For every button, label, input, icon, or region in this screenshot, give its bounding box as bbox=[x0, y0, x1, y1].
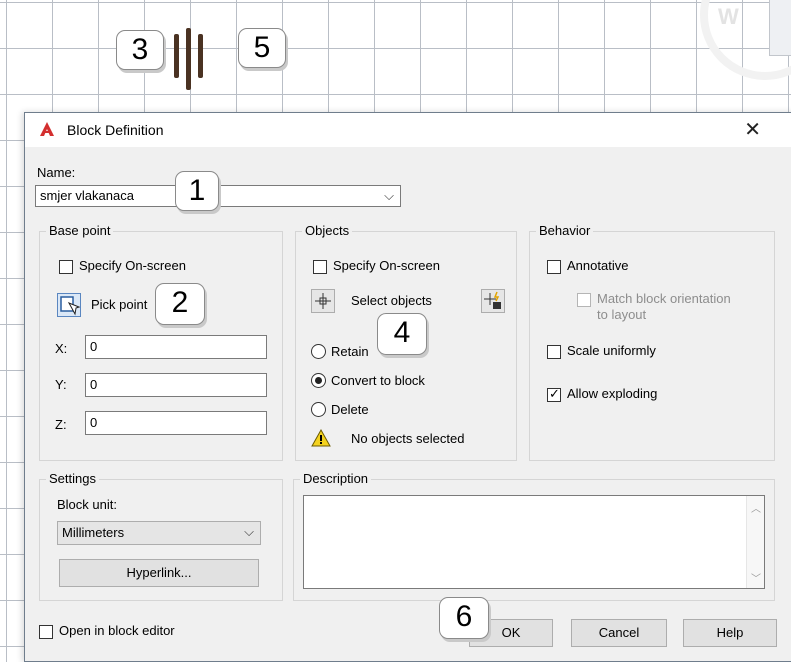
pick-point-label: Pick point bbox=[91, 297, 148, 312]
dialog-title: Block Definition bbox=[67, 122, 164, 138]
retain-radio[interactable] bbox=[311, 344, 326, 359]
pick-point-icon bbox=[60, 296, 81, 316]
block-definition-dialog: Block Definition ✕ Name: smjer vlakanaca… bbox=[24, 112, 791, 662]
objects-group-label: Objects bbox=[302, 223, 353, 238]
block-bar-right bbox=[198, 34, 203, 78]
annotative-checkbox[interactable] bbox=[547, 260, 561, 274]
allow-exploding-checkbox[interactable] bbox=[547, 386, 561, 402]
scale-uniformly-checkbox[interactable] bbox=[547, 345, 561, 359]
objects-specify-onscreen-checkbox[interactable] bbox=[313, 260, 327, 274]
description-group-label: Description bbox=[300, 471, 372, 486]
description-textarea[interactable]: ︿ ﹀ bbox=[303, 495, 765, 589]
block-unit-select[interactable]: Millimeters ⌵ bbox=[57, 521, 261, 545]
callout-1: 1 bbox=[175, 171, 219, 211]
open-in-block-editor-label: Open in block editor bbox=[59, 623, 175, 638]
y-label: Y: bbox=[55, 377, 67, 392]
pick-point-button[interactable] bbox=[57, 293, 81, 317]
y-coordinate-input[interactable]: 0 bbox=[85, 373, 267, 397]
convert-to-block-radio[interactable] bbox=[311, 373, 326, 388]
select-objects-label: Select objects bbox=[351, 293, 432, 308]
close-icon[interactable]: ✕ bbox=[744, 117, 761, 142]
x-label: X: bbox=[55, 341, 68, 356]
crosshair-icon bbox=[315, 293, 331, 309]
help-button[interactable]: Help bbox=[683, 619, 777, 647]
cancel-button[interactable]: Cancel bbox=[571, 619, 667, 647]
delete-label: Delete bbox=[331, 402, 369, 417]
z-label: Z: bbox=[55, 417, 67, 432]
scroll-up-icon[interactable]: ︿ bbox=[751, 500, 761, 515]
quick-select-button[interactable] bbox=[481, 289, 505, 313]
match-orientation-label: Match block orientation bbox=[597, 291, 731, 306]
description-scrollbar[interactable]: ︿ ﹀ bbox=[746, 496, 764, 588]
x-coordinate-input[interactable]: 0 bbox=[85, 335, 267, 359]
base-specify-onscreen-label: Specify On-screen bbox=[79, 258, 186, 273]
callout-6: 6 bbox=[439, 597, 489, 639]
match-orientation-checkbox[interactable] bbox=[577, 293, 591, 307]
chevron-down-icon[interactable]: ⌵ bbox=[384, 188, 394, 204]
callout-3: 3 bbox=[116, 30, 164, 70]
z-coordinate-input[interactable]: 0 bbox=[85, 411, 267, 435]
settings-group-label: Settings bbox=[46, 471, 99, 486]
viewcube-edge[interactable] bbox=[769, 0, 791, 56]
convert-to-block-label: Convert to block bbox=[331, 373, 425, 388]
name-label: Name: bbox=[37, 165, 76, 180]
allow-exploding-label: Allow exploding bbox=[567, 386, 658, 401]
viewcube-label: W bbox=[718, 4, 739, 29]
block-unit-label: Block unit: bbox=[57, 497, 117, 512]
callout-5: 5 bbox=[238, 28, 286, 68]
behavior-group-label: Behavior bbox=[536, 223, 594, 238]
chevron-down-icon[interactable]: ⌵ bbox=[244, 524, 254, 540]
match-orientation-label-line2: to layout bbox=[597, 307, 647, 322]
callout-4: 4 bbox=[377, 313, 427, 355]
select-objects-button[interactable] bbox=[311, 289, 335, 313]
retain-label: Retain bbox=[331, 344, 369, 359]
scale-uniformly-label: Scale uniformly bbox=[567, 343, 656, 358]
hyperlink-button[interactable]: Hyperlink... bbox=[59, 559, 259, 587]
block-unit-value: Millimeters bbox=[62, 525, 125, 540]
scroll-down-icon[interactable]: ﹀ bbox=[751, 570, 761, 585]
dialog-titlebar[interactable]: Block Definition ✕ bbox=[25, 113, 791, 147]
objects-specify-onscreen-label: Specify On-screen bbox=[333, 258, 440, 273]
base-specify-onscreen-checkbox[interactable] bbox=[59, 260, 73, 274]
delete-radio[interactable] bbox=[311, 402, 326, 417]
callout-2: 2 bbox=[155, 283, 205, 325]
block-name-value: smjer vlakanaca bbox=[40, 188, 134, 203]
no-objects-selected-message: No objects selected bbox=[351, 431, 465, 446]
open-in-block-editor-checkbox[interactable] bbox=[39, 625, 53, 639]
annotative-label: Annotative bbox=[567, 258, 629, 273]
autocad-icon bbox=[40, 122, 54, 136]
block-bar-left bbox=[174, 34, 179, 78]
block-bar-center bbox=[186, 28, 191, 90]
warning-icon bbox=[311, 429, 331, 447]
quick-select-icon bbox=[484, 291, 501, 309]
base-point-group-label: Base point bbox=[46, 223, 114, 238]
